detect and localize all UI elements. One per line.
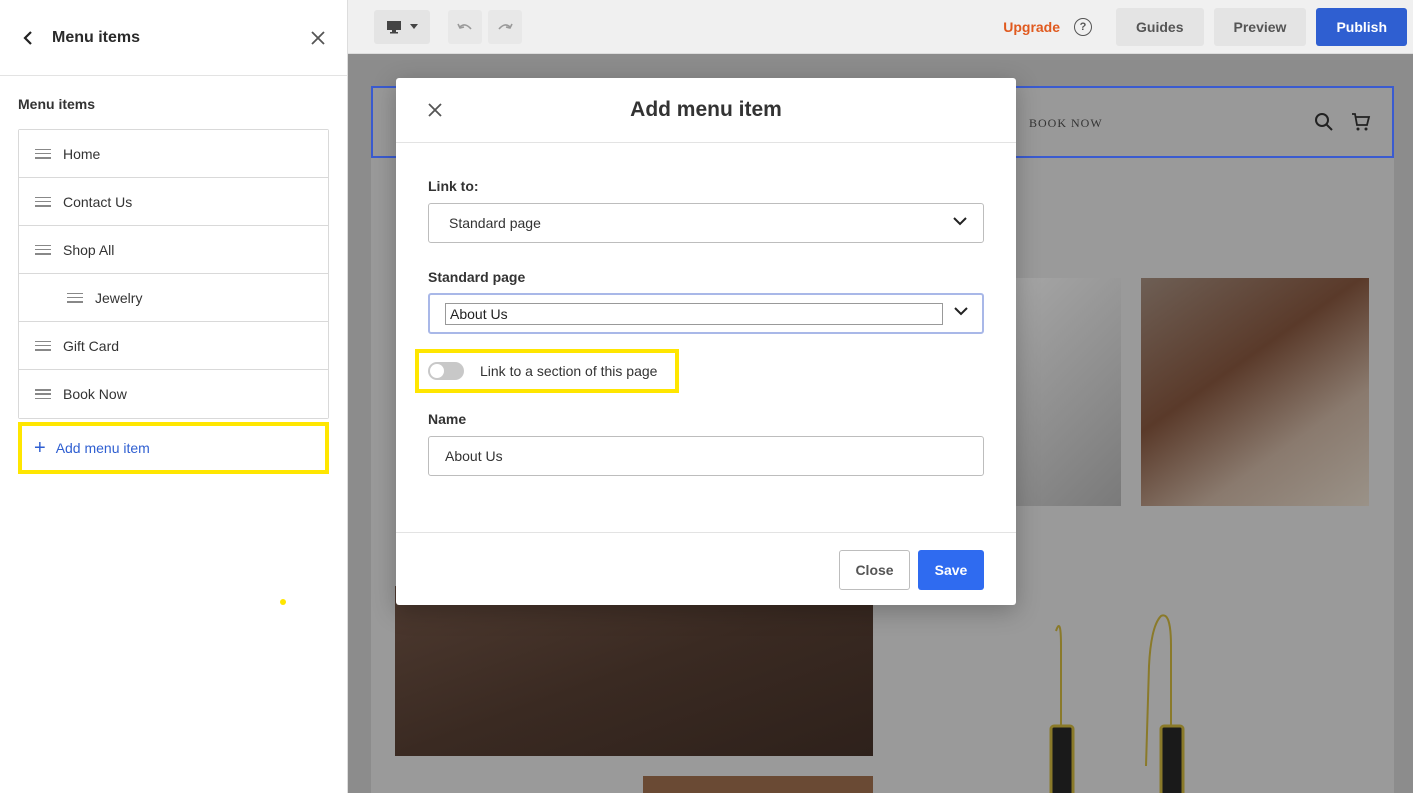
plus-icon: +: [34, 437, 46, 459]
modal-header: Add menu item: [396, 78, 1016, 143]
undo-icon: [457, 23, 472, 30]
name-label: Name: [428, 411, 467, 427]
sidebar-title: Menu items: [52, 28, 141, 46]
menu-item-label: Shop All: [63, 241, 115, 258]
earrings-image: [1049, 614, 1185, 793]
undo-button[interactable]: [448, 9, 482, 44]
cursor-dot: [280, 599, 286, 605]
chevron-down-icon: [954, 307, 968, 316]
drag-handle-icon[interactable]: [35, 244, 51, 255]
menu-item-gift-card[interactable]: Gift Card: [19, 322, 328, 370]
section-link-toggle[interactable]: [428, 362, 464, 380]
menu-item-label: Book Now: [63, 386, 127, 402]
close-icon[interactable]: [427, 102, 443, 118]
standard-page-select[interactable]: About Us: [428, 293, 984, 334]
close-button[interactable]: Close: [839, 550, 910, 590]
back-arrow-icon[interactable]: [20, 30, 36, 46]
preview-button[interactable]: Preview: [1213, 7, 1307, 46]
menu-item-label: Home: [63, 145, 101, 162]
drag-handle-icon[interactable]: [35, 196, 51, 207]
toggle-knob: [430, 364, 444, 378]
drag-handle-icon[interactable]: [35, 340, 51, 351]
desktop-icon: [387, 20, 401, 33]
menu-list: Home Contact Us Shop All Jewelry Gift Ca…: [18, 129, 329, 419]
name-input[interactable]: [428, 436, 984, 476]
add-menu-item-modal: Add menu item Link to: Standard page Sta…: [396, 78, 1016, 605]
menu-item-label: Gift Card: [63, 337, 120, 354]
publish-button[interactable]: Publish: [1316, 7, 1407, 46]
menu-item-shop-all[interactable]: Shop All: [19, 226, 328, 274]
standard-page-label: Standard page: [428, 269, 526, 285]
product-image-model: [395, 586, 873, 756]
menu-items-section: Menu items Home Contact Us Shop All Jewe…: [0, 76, 347, 474]
caret-down-icon: [410, 23, 418, 29]
device-selector[interactable]: [374, 9, 430, 44]
sidebar: Menu items Menu items Home Contact Us Sh…: [0, 0, 348, 793]
menu-item-book-now[interactable]: Book Now: [19, 370, 328, 418]
redo-icon: [498, 23, 513, 30]
link-to-select[interactable]: Standard page: [428, 203, 984, 243]
sidebar-header: Menu items: [0, 0, 347, 76]
close-icon[interactable]: [309, 29, 327, 47]
menu-item-contact-us[interactable]: Contact Us: [19, 178, 328, 226]
product-image-earrings-fabric: [1141, 278, 1369, 506]
drag-handle-icon[interactable]: [35, 389, 51, 399]
link-to-value: Standard page: [449, 215, 541, 231]
menu-items-section-title: Menu items: [18, 96, 96, 112]
toolbar-right: Upgrade ? Guides Preview Publish: [1003, 7, 1407, 46]
help-icon[interactable]: ?: [1074, 17, 1093, 36]
modal-title: Add menu item: [630, 98, 782, 121]
section-link-toggle-row: Link to a section of this page: [415, 349, 679, 393]
add-menu-item-button[interactable]: + Add menu item: [18, 422, 329, 474]
modal-footer: Close Save: [396, 532, 1016, 605]
chevron-down-icon: [953, 217, 967, 226]
drag-handle-icon[interactable]: [35, 148, 51, 159]
save-button[interactable]: Save: [918, 550, 984, 590]
drag-handle-icon[interactable]: [67, 292, 83, 303]
menu-item-label: Contact Us: [63, 193, 133, 210]
menu-item-home[interactable]: Home: [19, 130, 328, 178]
menu-item-label: Jewelry: [95, 289, 143, 306]
site-nav-book-now[interactable]: BOOK NOW: [1029, 116, 1103, 131]
editor-toolbar: Upgrade ? Guides Preview Publish: [348, 0, 1413, 54]
redo-button[interactable]: [488, 9, 522, 44]
cart-icon[interactable]: [1351, 112, 1371, 132]
guides-button[interactable]: Guides: [1116, 7, 1204, 46]
product-image-bottom: [643, 776, 873, 793]
menu-item-jewelry[interactable]: Jewelry: [19, 274, 328, 322]
search-icon[interactable]: [1314, 112, 1334, 132]
upgrade-link[interactable]: Upgrade: [1003, 19, 1060, 35]
standard-page-value: About Us: [445, 303, 943, 325]
link-to-label: Link to:: [428, 178, 479, 194]
add-menu-item-label: Add menu item: [55, 440, 150, 456]
section-link-toggle-label: Link to a section of this page: [480, 363, 658, 379]
